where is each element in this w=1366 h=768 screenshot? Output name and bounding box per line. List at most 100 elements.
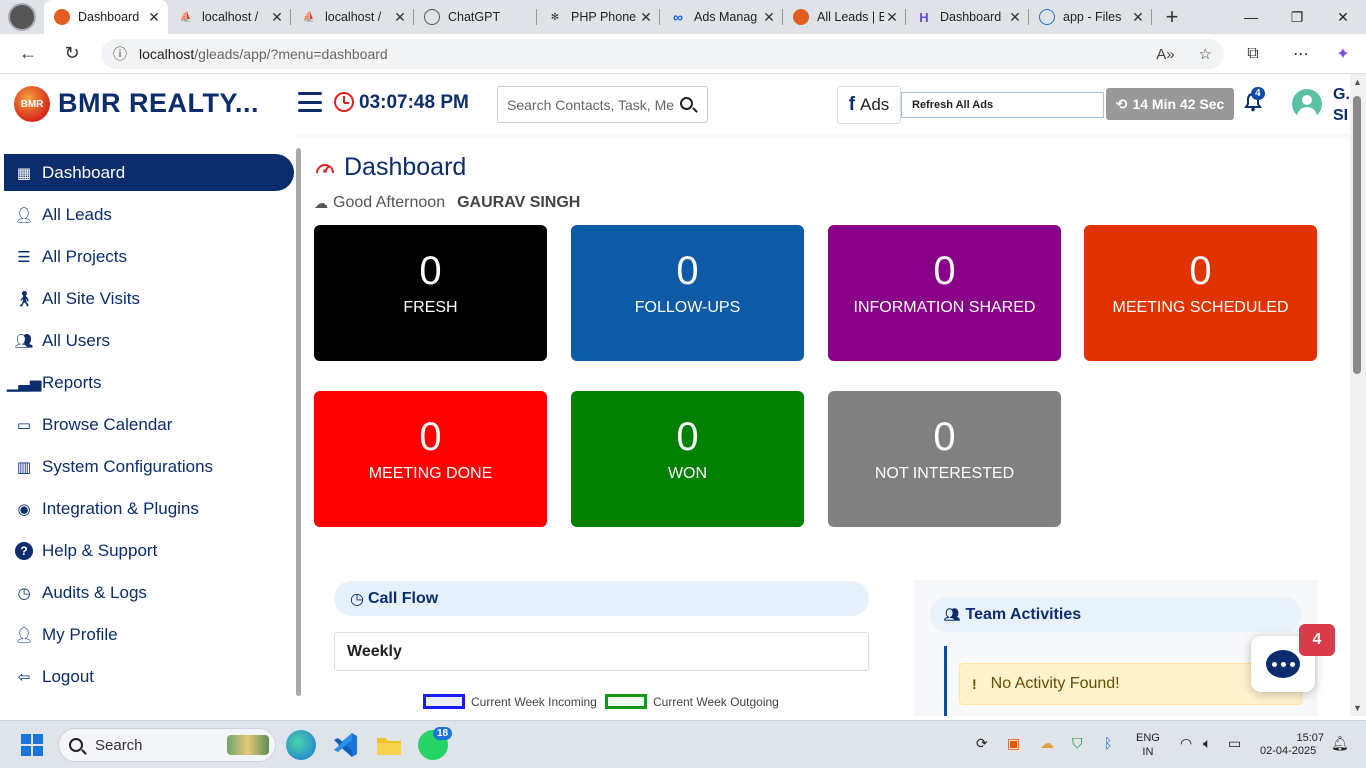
whatsapp-badge: 18 <box>433 727 453 740</box>
edge-browser-icon[interactable] <box>286 730 316 760</box>
close-icon[interactable]: ✕ <box>392 9 408 26</box>
sidebar-item-system-configurations[interactable]: ▥ System Configurations <box>4 448 294 485</box>
read-aloud-icon[interactable]: A» <box>1156 46 1174 63</box>
extensions-icon[interactable]: ⧉ <box>1238 39 1268 69</box>
scrollbar-thumb[interactable] <box>296 148 301 696</box>
tab-label: app - Files <box>1063 10 1122 24</box>
browser-tab[interactable]: ChatGPT <box>414 0 537 34</box>
browser-tab[interactable]: ✻ PHP Phone ✕ <box>537 0 660 34</box>
language-indicator[interactable]: ENG IN <box>1136 731 1160 759</box>
refresh-all-ads-button[interactable]: Refresh All Ads <box>901 92 1104 118</box>
scrollbar-thumb[interactable] <box>1353 96 1361 374</box>
restore-icon[interactable]: ❐ <box>1274 0 1320 34</box>
close-icon[interactable]: ✕ <box>761 9 777 26</box>
browser-tab[interactable]: Dashboard ✕ <box>44 0 168 34</box>
speedometer-icon <box>316 164 334 174</box>
sidebar-item-all-projects[interactable]: ☰ All Projects <box>4 238 294 275</box>
browser-tab[interactable]: ∞ Ads Manag ✕ <box>660 0 783 34</box>
notifications-bell-icon[interactable]: 🔔︎ <box>1331 735 1349 752</box>
close-icon[interactable]: ✕ <box>638 9 654 26</box>
sync-icon[interactable]: ⟳ <box>976 735 988 752</box>
vscode-icon[interactable] <box>330 730 360 760</box>
browser-tab[interactable]: All Leads | E ✕ <box>783 0 906 34</box>
sidebar-item-browse-calendar[interactable]: ▭ Browse Calendar <box>4 406 294 443</box>
browser-profile-avatar[interactable] <box>0 0 44 34</box>
close-icon[interactable]: ✕ <box>146 9 162 26</box>
minimize-icon[interactable]: — <box>1228 0 1274 34</box>
xampp-icon[interactable]: ▣ <box>1007 735 1020 752</box>
search-icon[interactable] <box>680 97 693 110</box>
close-icon[interactable]: ✕ <box>269 9 285 26</box>
file-explorer-icon[interactable] <box>374 730 404 760</box>
bluetooth-icon[interactable]: ᛒ <box>1104 735 1112 751</box>
security-shield-icon[interactable]: ⛉ <box>1072 735 1083 752</box>
browser-tab[interactable]: app - Files ✕ <box>1029 0 1152 34</box>
sidebar-item-logout[interactable]: ⇦ Logout <box>4 658 294 695</box>
scroll-down-icon[interactable]: ▼ <box>1353 703 1362 713</box>
stat-card-won[interactable]: 0 WON <box>571 391 804 527</box>
sidebar-item-all-leads[interactable]: 👤︎ All Leads <box>4 196 294 233</box>
legend-outgoing[interactable]: Current Week Outgoing <box>605 694 779 709</box>
stat-card-meeting-scheduled[interactable]: 0 MEETING SCHEDULED <box>1084 225 1317 361</box>
facebook-ads-button[interactable]: f Ads <box>837 86 901 124</box>
stat-card-fresh[interactable]: 0 FRESH <box>314 225 547 361</box>
stat-card-meeting-done[interactable]: 0 MEETING DONE <box>314 391 547 527</box>
browser-tab[interactable]: ⛵ localhost / ✕ <box>291 0 414 34</box>
stat-card-follow-ups[interactable]: 0 FOLLOW-UPS <box>571 225 804 361</box>
close-icon[interactable]: ✕ <box>1007 9 1023 26</box>
more-menu-icon[interactable]: ⋯ <box>1286 39 1316 69</box>
brand-logo[interactable]: BMR <box>14 86 50 122</box>
copilot-icon[interactable]: ✦ <box>1328 39 1358 69</box>
browser-tab[interactable]: H Dashboard ✕ <box>906 0 1029 34</box>
cloud-app-icon[interactable]: ☁︎ <box>1040 735 1054 752</box>
avatar[interactable] <box>1292 89 1322 119</box>
scroll-up-icon[interactable]: ▲ <box>1353 77 1362 87</box>
browser-tab[interactable]: ⛵ localhost / ✕ <box>168 0 291 34</box>
calendar-icon: ▭ <box>16 416 32 434</box>
taskbar-date[interactable]: 02-04-2025 <box>1260 745 1316 757</box>
battery-icon[interactable]: ▭ <box>1228 735 1241 752</box>
stat-label: WON <box>667 465 708 482</box>
hamburger-menu-icon[interactable] <box>298 92 322 112</box>
period-select[interactable]: Weekly <box>334 632 869 671</box>
sidebar-scrollbar[interactable] <box>295 134 303 716</box>
taskbar-time[interactable]: 15:07 <box>1288 731 1324 745</box>
sidebar-item-all-site-visits[interactable]: 🚶︎ All Site Visits <box>4 280 294 317</box>
reload-icon[interactable]: ↻ <box>50 34 94 74</box>
stat-card-information-shared[interactable]: 0 INFORMATION SHARED <box>828 225 1061 361</box>
close-icon[interactable]: ✕ <box>884 9 900 26</box>
sidebar-item-my-profile[interactable]: 👤︎ My Profile <box>4 616 294 653</box>
close-icon[interactable]: ✕ <box>1130 9 1146 26</box>
address-bar[interactable]: ⓘ localhost/gleads/app/?menu=dashboard A… <box>101 39 1224 69</box>
taskbar-search[interactable]: Search <box>58 728 276 762</box>
sidebar-item-integration-plugins[interactable]: ◉ Integration & Plugins <box>4 490 294 527</box>
new-tab-button[interactable]: + <box>1152 4 1192 30</box>
plugin-icon: ◉ <box>17 500 31 518</box>
favorite-star-icon[interactable]: ☆ <box>1199 45 1212 63</box>
taskbar-search-label: Search <box>95 736 143 754</box>
window-close-icon[interactable]: ✕ <box>1320 0 1366 34</box>
sidebar-item-help-support[interactable]: ? Help & Support <box>4 532 294 569</box>
volume-icon[interactable]: 🔈︎ <box>1203 735 1211 752</box>
site-info-icon[interactable]: ⓘ <box>113 44 139 64</box>
user-name-short[interactable]: G. SI <box>1333 84 1350 126</box>
sidebar-item-label: All Leads <box>42 204 112 224</box>
back-icon[interactable]: ← <box>6 34 50 74</box>
stat-card-not-interested[interactable]: 0 NOT INTERESTED <box>828 391 1061 527</box>
page-scrollbar[interactable]: ▲ ▼ <box>1350 74 1366 716</box>
windows-start-icon[interactable] <box>21 734 43 756</box>
url-path: /gleads/app/?menu=dashboard <box>194 46 388 62</box>
history-icon: ◷ <box>17 584 31 602</box>
orange-logo-icon <box>793 9 809 25</box>
brand-name[interactable]: BMR REALTY... <box>58 88 259 119</box>
legend-incoming[interactable]: Current Week Incoming <box>423 694 597 709</box>
language-code: ENG <box>1136 732 1160 744</box>
search-input[interactable] <box>507 96 677 113</box>
sidebar-item-all-users[interactable]: 👥︎ All Users <box>4 322 294 359</box>
sidebar-item-reports[interactable]: ▁▃▅ Reports <box>4 364 294 401</box>
stat-label: INFORMATION SHARED <box>853 299 1036 316</box>
wifi-icon[interactable]: ◠ <box>1180 735 1192 752</box>
sidebar-item-dashboard[interactable]: ▦ Dashboard <box>4 154 294 191</box>
history-icon: ⟲ <box>1115 95 1128 112</box>
sidebar-item-audits-logs[interactable]: ◷ Audits & Logs <box>4 574 294 611</box>
